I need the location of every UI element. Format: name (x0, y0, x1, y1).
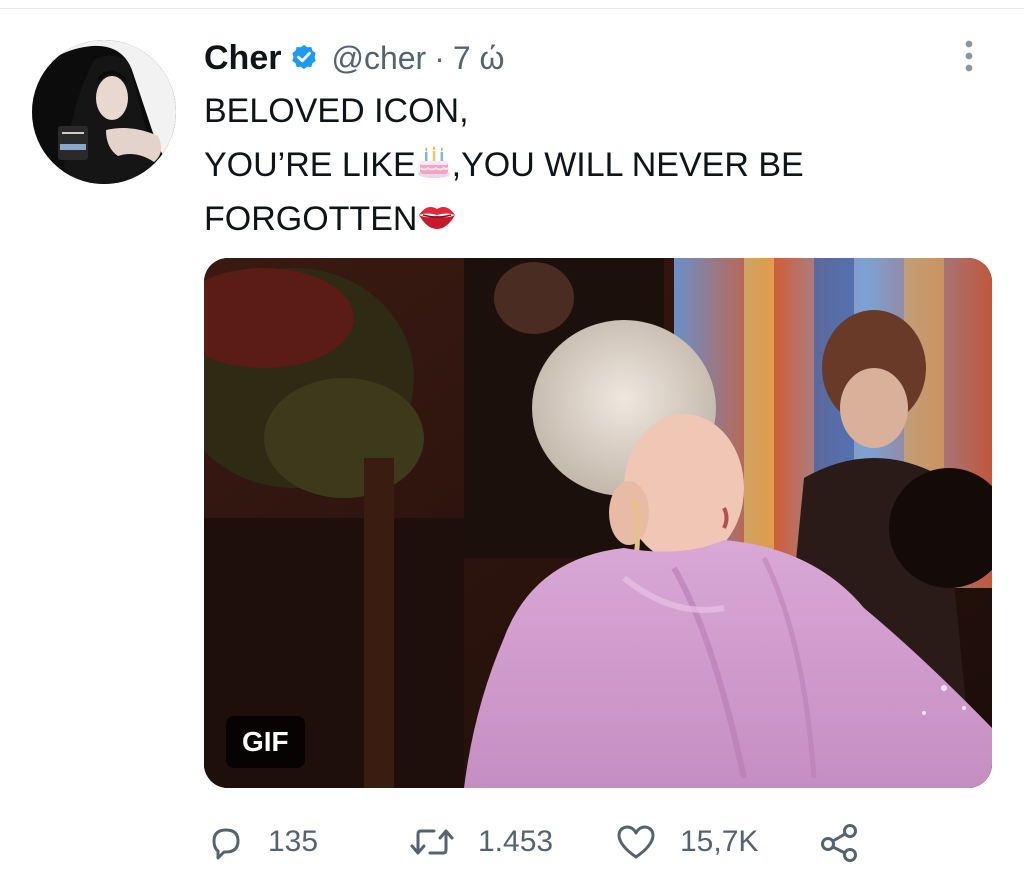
text-segment: FORGOTTEN (204, 200, 418, 238)
retweet-icon (408, 822, 456, 862)
reply-count: 135 (268, 825, 319, 858)
tweet-header: Cher @cher · 7 ώ (204, 36, 505, 80)
author-display-name[interactable]: Cher (204, 39, 281, 78)
text-segment: YOU’RE LIKE (204, 146, 416, 184)
tweet[interactable]: Cher @cher · 7 ώ BELOVED ICON, YOU’RE LI… (0, 0, 1024, 896)
avatar[interactable] (32, 40, 176, 184)
header-separator: · (434, 39, 445, 76)
kiss-mark-icon (417, 196, 456, 232)
gif-badge: GIF (226, 716, 305, 768)
birthday-cake-icon (416, 142, 452, 178)
avatar-image (32, 40, 176, 184)
text-segment: ,YOU WILL NEVER BE (451, 146, 804, 184)
share-icon (818, 820, 862, 864)
tweet-text-line-3: FORGOTTEN (204, 192, 984, 246)
tweet-text: BELOVED ICON, YOU’RE LIKE ,YOU WILL NEVE… (204, 84, 984, 246)
reply-icon (206, 822, 246, 862)
heart-icon (614, 822, 658, 862)
like-count: 15,7K (680, 825, 759, 858)
verified-badge-icon (289, 43, 319, 73)
reply-button[interactable]: 135 (206, 818, 318, 866)
gif-media[interactable]: GIF (204, 258, 992, 788)
tweet-text-line-2: YOU’RE LIKE ,YOU WILL NEVER BE (204, 138, 984, 192)
text-segment: BELOVED ICON, (204, 92, 469, 130)
gif-frame-image (204, 258, 992, 788)
share-button[interactable] (818, 818, 862, 866)
tweet-text-line-1: BELOVED ICON, (204, 84, 984, 138)
like-button[interactable]: 15,7K (614, 818, 758, 866)
retweet-count: 1.453 (478, 825, 554, 858)
tweet-timestamp[interactable]: 7 ώ (453, 40, 505, 77)
author-handle[interactable]: @cher (331, 40, 426, 77)
more-vertical-icon[interactable] (952, 38, 986, 74)
retweet-button[interactable]: 1.453 (408, 818, 553, 866)
tweet-actions: 135 1.453 15,7K (204, 818, 904, 866)
